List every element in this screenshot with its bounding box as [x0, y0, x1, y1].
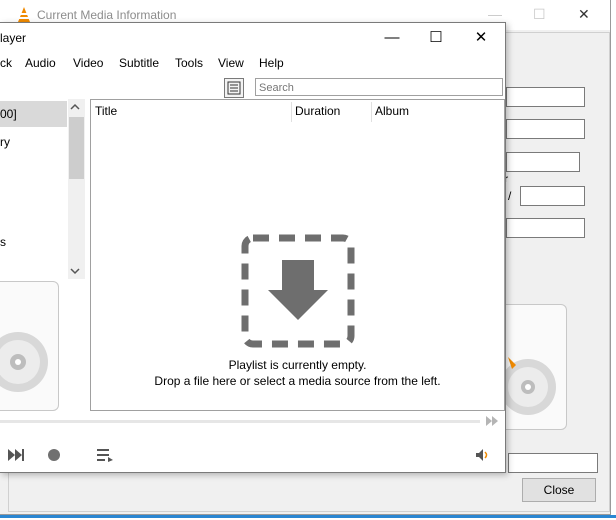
menu-help[interactable]: Help — [259, 56, 284, 70]
info-bottom-field[interactable] — [508, 453, 598, 473]
taskbar-accent — [0, 515, 616, 518]
sidebar-scroll-thumb[interactable] — [69, 117, 84, 179]
playlist-panel[interactable]: Title Duration Album Playlist is current… — [90, 99, 505, 411]
menu-subtitle[interactable]: Subtitle — [119, 56, 159, 70]
vlc-close-button[interactable]: ✕ — [459, 25, 503, 51]
column-title[interactable]: Title — [91, 100, 291, 122]
album-art-frame — [0, 281, 59, 411]
drop-zone-icon — [241, 234, 355, 348]
menu-playback[interactable]: ck — [0, 56, 12, 70]
maximize-button[interactable]: ☐ — [533, 6, 546, 23]
column-duration[interactable]: Duration — [291, 100, 371, 122]
vlc-title: layer — [0, 31, 27, 45]
slash-separator: / — [508, 189, 512, 203]
scroll-down-icon[interactable] — [70, 267, 80, 275]
playlist-icon[interactable] — [97, 448, 113, 462]
vlc-maximize-button[interactable]: ☐ — [414, 25, 458, 51]
info-field-4[interactable] — [520, 186, 585, 206]
info-field-2[interactable] — [506, 119, 585, 139]
vlc-minimize-button[interactable]: — — [370, 25, 414, 51]
vlc-titlebar: layer — ☐ ✕ — [0, 23, 505, 53]
sidebar-item-library[interactable]: ry — [0, 129, 67, 155]
volume-icon[interactable] — [476, 449, 490, 461]
seek-bar[interactable] — [0, 420, 480, 423]
playback-controls — [0, 443, 505, 471]
next-icon[interactable] — [8, 449, 26, 461]
sidebar-item-playlist[interactable]: 00] — [0, 101, 67, 127]
search-input[interactable]: Search — [255, 78, 503, 96]
disc-icon — [0, 332, 48, 392]
seek-end-icon[interactable] — [486, 416, 498, 426]
record-icon[interactable] — [47, 448, 61, 462]
menu-view[interactable]: View — [218, 56, 244, 70]
menu-video[interactable]: Video — [73, 56, 103, 70]
close-button[interactable]: Close — [522, 478, 596, 502]
info-field-5[interactable] — [506, 218, 585, 238]
playlist-toggle-icon[interactable] — [224, 78, 244, 98]
media-sidebar: 00] ry s — [0, 99, 85, 279]
close-window-button[interactable]: ✕ — [578, 6, 590, 23]
menu-audio[interactable]: Audio — [25, 56, 56, 70]
minimize-button[interactable]: — — [488, 6, 502, 22]
menu-bar: ck Audio Video Subtitle Tools View Help — [0, 53, 505, 73]
info-field-1[interactable] — [506, 87, 585, 107]
column-album[interactable]: Album — [371, 100, 504, 122]
media-info-title: Current Media Information — [37, 8, 177, 22]
empty-playlist-hint: Drop a file here or select a media sourc… — [154, 374, 441, 388]
info-field-3[interactable] — [506, 152, 580, 172]
scroll-up-icon[interactable] — [70, 103, 80, 111]
empty-playlist-message: Playlist is currently empty. — [228, 358, 367, 372]
playlist-toolbar: Search — [0, 75, 505, 99]
cover-art-frame — [500, 304, 567, 430]
sidebar-item-devices[interactable]: s — [0, 229, 67, 255]
menu-tools[interactable]: Tools — [175, 56, 203, 70]
vlc-player-window: layer — ☐ ✕ ck Audio Video Subtitle Tool… — [0, 22, 506, 473]
disc-icon — [500, 357, 556, 415]
